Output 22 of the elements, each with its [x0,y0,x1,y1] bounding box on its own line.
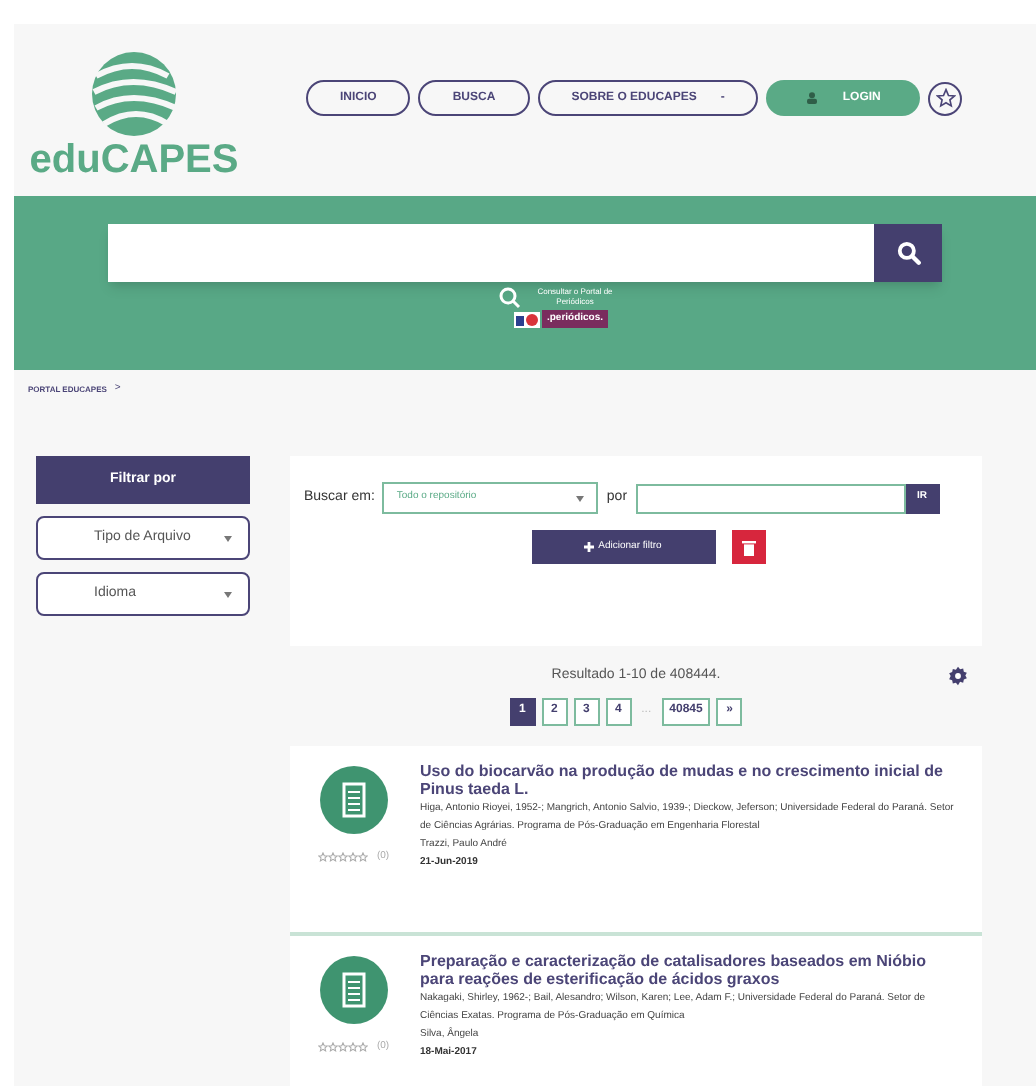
caret-icon [224,535,232,541]
settings-icon[interactable] [948,666,968,686]
periodicos-logo-icon [514,311,541,327]
result-title[interactable]: Preparação e caracterização de catalisadores baseados em Nióbio para reações de esterificação de ácidos graxos [420,951,960,987]
search-icon [497,286,521,310]
globe-logo-icon [88,48,180,140]
plus-icon [584,542,595,552]
result-title[interactable]: Uso do biocarvão na produção de mudas e no crescimento inicial de Pinus taeda L. [420,761,960,797]
favorite-button[interactable] [928,81,963,115]
search-field[interactable] [108,224,874,282]
query-field[interactable] [635,483,906,513]
search-button[interactable] [874,224,942,282]
document-icon [320,765,388,833]
delete-button[interactable] [731,530,765,564]
caret-icon [224,591,232,597]
user-icon [806,92,819,104]
caret-icon [576,495,585,501]
trash-icon [741,539,755,555]
star-icon [935,88,956,108]
search-icon [895,240,921,266]
logo-text: eduCAPES [29,140,239,180]
document-icon [320,955,388,1023]
